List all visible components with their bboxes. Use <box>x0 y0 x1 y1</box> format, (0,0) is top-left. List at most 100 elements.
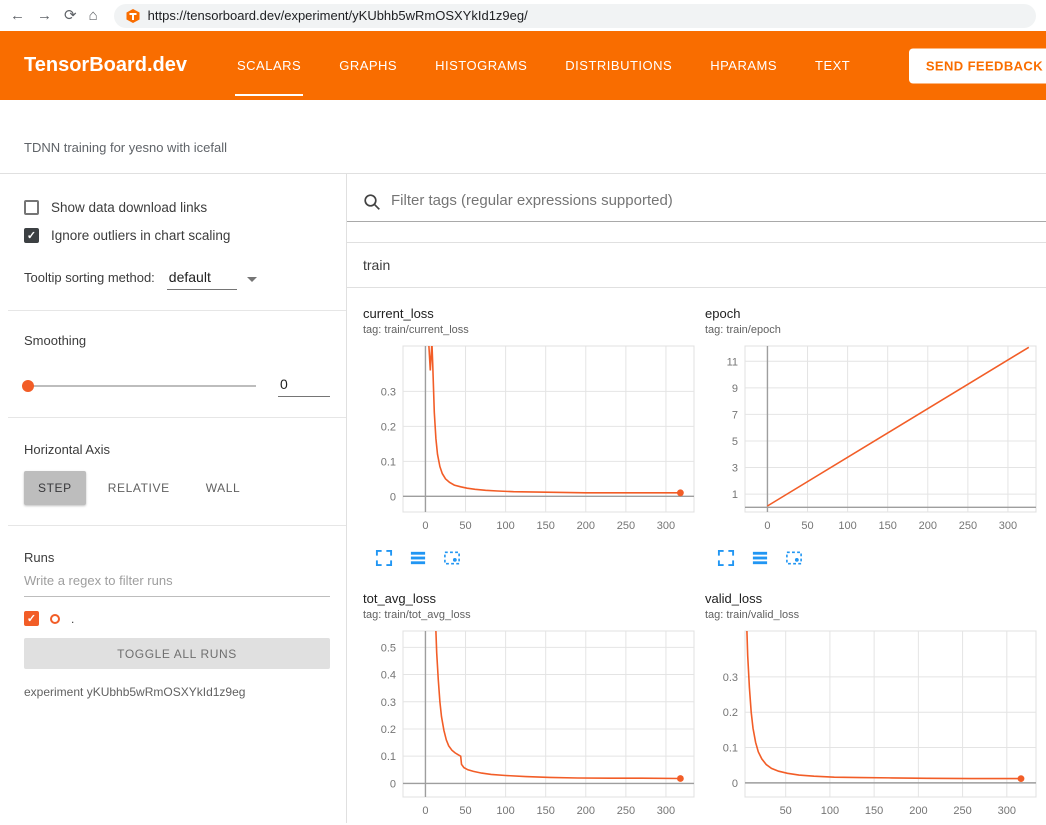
svg-text:0: 0 <box>764 520 770 532</box>
chart-card: epoch tag: train/epoch 05010015020025030… <box>705 306 1040 567</box>
train-section-header[interactable]: train <box>347 243 1046 288</box>
tooltip-sorting-value: default <box>167 269 237 290</box>
svg-text:250: 250 <box>617 805 635 817</box>
data-table-icon[interactable] <box>751 549 769 567</box>
page: ← → ⟳ ⌂ https://tensorboard.dev/experime… <box>0 0 1046 825</box>
axis-step-button[interactable]: STEP <box>24 471 86 505</box>
nav-tabs: SCALARS GRAPHS HISTOGRAMS DISTRIBUTIONS HPAR… <box>235 31 852 100</box>
ignore-outliers-row: Ignore outliers in chart scaling <box>24 228 330 243</box>
smoothing-slider-thumb[interactable] <box>22 380 34 392</box>
content: Show data download links Ignore outliers… <box>0 174 1046 823</box>
svg-text:100: 100 <box>496 805 514 817</box>
ignore-outliers-checkbox[interactable] <box>24 228 39 243</box>
charts-grid: current_loss tag: train/current_loss 050… <box>347 288 1046 823</box>
filter-tags-row <box>347 174 1046 222</box>
smoothing-slider[interactable] <box>24 385 256 387</box>
svg-text:50: 50 <box>459 805 471 817</box>
tab-text[interactable]: TEXT <box>813 31 852 100</box>
filter-tags-input[interactable] <box>391 188 1046 221</box>
svg-text:0: 0 <box>422 520 428 532</box>
divider <box>8 310 346 311</box>
svg-text:150: 150 <box>537 520 555 532</box>
svg-text:0.1: 0.1 <box>381 751 396 763</box>
address-bar[interactable]: https://tensorboard.dev/experiment/yKUbh… <box>114 4 1036 28</box>
tooltip-sorting-row: Tooltip sorting method: default <box>24 269 330 290</box>
home-icon[interactable]: ⌂ <box>89 8 98 23</box>
fit-domain-icon[interactable] <box>785 549 803 567</box>
brand-title: TensorBoard.dev <box>24 54 187 77</box>
svg-text:300: 300 <box>657 805 675 817</box>
expand-card-icon[interactable] <box>717 549 735 567</box>
svg-text:0: 0 <box>390 778 396 790</box>
chart-card: valid_loss tag: train/valid_loss 5010015… <box>705 591 1040 823</box>
chart-title: valid_loss <box>705 591 1040 606</box>
expand-card-icon[interactable] <box>375 549 393 567</box>
tab-graphs[interactable]: GRAPHS <box>337 31 399 100</box>
smoothing-label: Smoothing <box>24 333 330 348</box>
tooltip-sorting-select[interactable]: default <box>167 269 257 290</box>
svg-text:0.2: 0.2 <box>381 724 396 736</box>
svg-text:5: 5 <box>732 436 738 448</box>
svg-text:300: 300 <box>657 520 675 532</box>
search-icon <box>363 193 381 211</box>
settings-sidebar: Show data download links Ignore outliers… <box>0 174 347 823</box>
svg-text:250: 250 <box>617 520 635 532</box>
show-download-links-checkbox[interactable] <box>24 200 39 215</box>
tab-distributions[interactable]: DISTRIBUTIONS <box>563 31 674 100</box>
chart-title: current_loss <box>363 306 698 321</box>
forward-icon[interactable]: → <box>37 8 52 23</box>
runs-filter-input[interactable] <box>24 565 330 597</box>
line-chart: 5010015020025030000.10.20.3 <box>705 625 1040 823</box>
horizontal-axis-buttons: STEPRELATIVEWALL <box>24 471 330 505</box>
svg-text:50: 50 <box>459 520 471 532</box>
svg-text:1: 1 <box>732 489 738 501</box>
fit-domain-icon[interactable] <box>443 549 461 567</box>
tab-hparams[interactable]: HPARAMS <box>708 31 779 100</box>
run-color-swatch <box>50 614 60 624</box>
chart-title: epoch <box>705 306 1040 321</box>
svg-text:0.1: 0.1 <box>723 743 738 755</box>
svg-text:300: 300 <box>998 805 1016 817</box>
svg-text:100: 100 <box>496 520 514 532</box>
svg-text:150: 150 <box>537 805 555 817</box>
show-download-links-row: Show data download links <box>24 200 330 215</box>
axis-wall-button[interactable]: WALL <box>192 471 255 505</box>
svg-text:0: 0 <box>422 805 428 817</box>
url-text: https://tensorboard.dev/experiment/yKUbh… <box>148 8 528 23</box>
svg-text:50: 50 <box>801 520 813 532</box>
data-table-icon[interactable] <box>409 549 427 567</box>
svg-text:200: 200 <box>919 520 937 532</box>
svg-text:0.2: 0.2 <box>381 421 396 433</box>
experiment-description: TDNN training for yesno with icefall <box>0 100 1046 174</box>
run-name: . <box>71 612 74 626</box>
back-icon[interactable]: ← <box>10 8 25 23</box>
divider <box>8 417 346 418</box>
smoothing-value-input[interactable] <box>278 374 330 397</box>
svg-text:100: 100 <box>838 520 856 532</box>
toggle-all-runs-button[interactable]: TOGGLE ALL RUNS <box>24 638 330 669</box>
svg-text:0: 0 <box>732 778 738 790</box>
run-row: . <box>24 611 330 626</box>
main-panel: train current_loss tag: train/current_lo… <box>347 174 1046 823</box>
reload-icon[interactable]: ⟳ <box>64 8 77 23</box>
svg-text:50: 50 <box>780 805 792 817</box>
chart-tag: tag: train/tot_avg_loss <box>363 609 698 621</box>
send-feedback-button[interactable]: SEND FEEDBACK <box>909 48 1046 83</box>
tensorboard-favicon <box>126 9 140 23</box>
line-chart: 05010015020025030000.10.20.30.40.5 <box>363 625 698 823</box>
svg-text:250: 250 <box>953 805 971 817</box>
chart-tag: tag: train/valid_loss <box>705 609 1040 621</box>
tab-histograms[interactable]: HISTOGRAMS <box>433 31 529 100</box>
svg-text:300: 300 <box>999 520 1017 532</box>
svg-text:0.2: 0.2 <box>723 707 738 719</box>
chart-actions <box>705 549 1040 567</box>
svg-text:200: 200 <box>577 805 595 817</box>
run-checkbox[interactable] <box>24 611 39 626</box>
svg-text:200: 200 <box>909 805 927 817</box>
chart-tag: tag: train/epoch <box>705 324 1040 336</box>
axis-relative-button[interactable]: RELATIVE <box>94 471 184 505</box>
svg-text:0.5: 0.5 <box>381 642 396 654</box>
train-card: train current_loss tag: train/current_lo… <box>347 242 1046 823</box>
chart-card: tot_avg_loss tag: train/tot_avg_loss 050… <box>363 591 698 823</box>
tab-scalars[interactable]: SCALARS <box>235 31 303 100</box>
